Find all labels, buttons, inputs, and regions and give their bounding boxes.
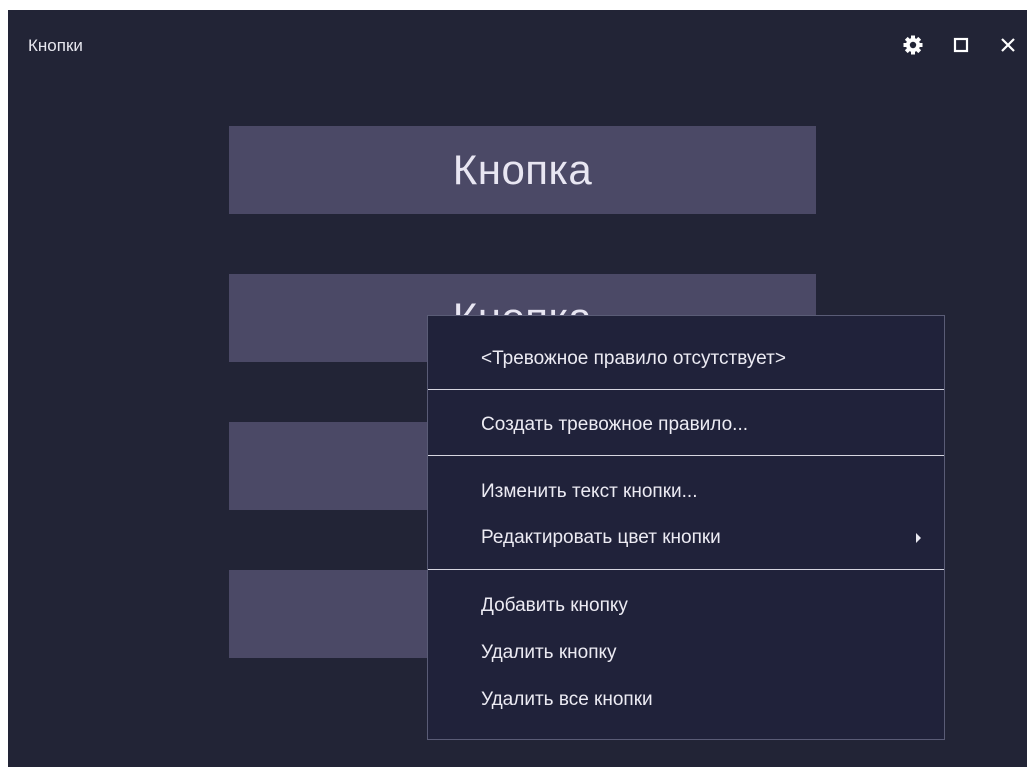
maximize-icon[interactable]: [951, 35, 971, 55]
menu-item-delete-button[interactable]: Удалить кнопку: [481, 641, 617, 665]
menu-item-add-button[interactable]: Добавить кнопку: [481, 594, 628, 618]
submenu-arrow-icon: [916, 533, 921, 543]
gear-icon[interactable]: [903, 35, 923, 55]
menu-separator: [428, 389, 944, 390]
menu-item-no-alarm-rule[interactable]: <Тревожное правило отсутствует>: [481, 347, 786, 371]
menu-item-edit-button-text[interactable]: Изменить текст кнопки...: [481, 480, 697, 504]
menu-item-edit-button-color[interactable]: Редактировать цвет кнопки: [481, 526, 721, 550]
close-icon[interactable]: [998, 35, 1018, 55]
menu-separator: [428, 455, 944, 456]
menu-item-delete-all-buttons[interactable]: Удалить все кнопки: [481, 688, 653, 712]
window-title: Кнопки: [28, 36, 83, 55]
menu-item-create-alarm-rule[interactable]: Создать тревожное правило...: [481, 413, 748, 437]
context-menu: <Тревожное правило отсутствует> Создать …: [427, 315, 945, 740]
custom-button-1[interactable]: Кнопка: [229, 126, 816, 214]
buttons-window: Кнопки Кнопка Кнопка: [8, 10, 1027, 767]
menu-separator: [428, 569, 944, 570]
